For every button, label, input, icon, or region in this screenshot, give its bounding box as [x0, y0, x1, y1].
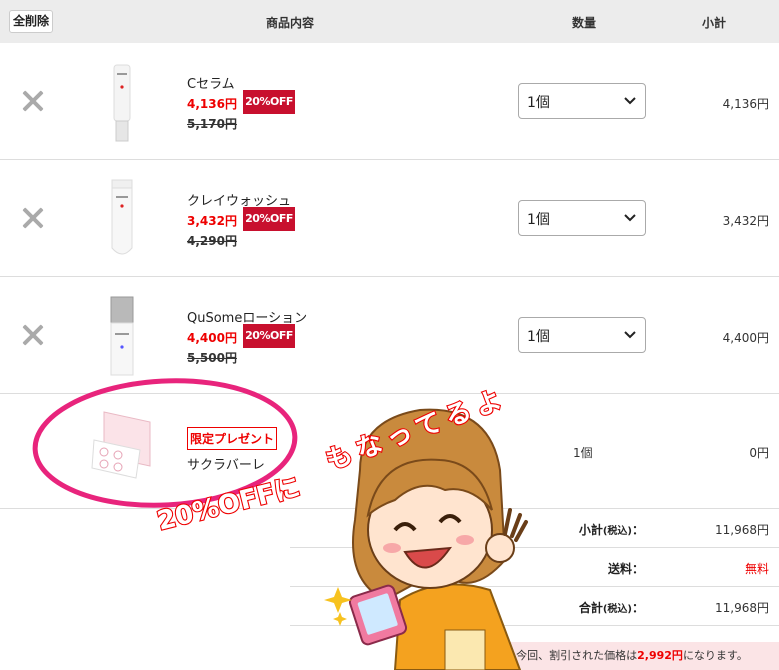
gift-subtotal: 0円: [749, 446, 769, 460]
product-image-c-serum: [113, 64, 131, 142]
remove-item-icon[interactable]: [22, 324, 44, 346]
cart-item-row: Cセラム 4,136円 20%OFF 5,170円 1個 4,136円: [0, 43, 779, 160]
quantity-value: 1個: [527, 329, 550, 345]
summary-total-value: 11,968円: [715, 601, 769, 615]
chevron-down-icon: [624, 331, 636, 339]
item-original-price: 5,500円: [187, 351, 237, 365]
summary-shipping-row: 送料： 無料: [290, 548, 779, 587]
remove-item-icon[interactable]: [22, 207, 44, 229]
remove-item-icon[interactable]: [22, 90, 44, 112]
gift-name[interactable]: サクラバーレ: [187, 454, 265, 473]
chevron-down-icon: [624, 214, 636, 222]
summary-total-label: 合計(税込)：: [578, 601, 644, 615]
summary-shipping-value: 無料: [744, 562, 769, 576]
product-image-sakura-barre: [91, 411, 151, 479]
item-price: 3,432円: [187, 214, 237, 228]
quantity-select[interactable]: 1個: [518, 317, 646, 353]
discount-badge: 20%OFF: [243, 324, 295, 348]
discount-amount: 2,992円: [637, 649, 683, 662]
item-subtotal: 4,400円: [722, 331, 769, 345]
chevron-down-icon: [624, 97, 636, 105]
item-original-price: 4,290円: [187, 234, 237, 248]
summary-total-row: 合計(税込)： 11,968円: [290, 587, 779, 626]
product-image-qusome-lotion: [110, 296, 134, 376]
discount-badge: 20%OFF: [243, 90, 295, 114]
gift-quantity: 1個: [573, 446, 593, 460]
item-subtotal: 4,136円: [722, 97, 769, 111]
header-product: 商品内容: [266, 16, 315, 30]
quantity-select[interactable]: 1個: [518, 83, 646, 119]
discount-note: 今回、割引された価格は2,992円になります。: [485, 642, 779, 670]
item-price: 4,136円: [187, 97, 237, 111]
quantity-value: 1個: [527, 95, 550, 111]
item-price: 4,400円: [187, 331, 237, 345]
header-quantity: 数量: [572, 16, 597, 30]
cart-item-row: クレイウォッシュ 3,432円 20%OFF 4,290円 1個 3,432円: [0, 160, 779, 277]
product-image-clay-wash: [111, 179, 133, 255]
gift-row: 限定プレゼント サクラバーレ 1個 0円: [0, 392, 779, 509]
summary-subtotal-label: 小計(税込)：: [578, 523, 644, 537]
item-name[interactable]: Cセラム: [187, 73, 235, 92]
quantity-select[interactable]: 1個: [518, 200, 646, 236]
cart-item-row: QuSomeローション 4,400円 20%OFF 5,500円 1個 4,40…: [0, 277, 779, 394]
delete-all-button[interactable]: 全削除: [9, 10, 54, 33]
header-subtotal: 小計: [702, 16, 727, 30]
limited-gift-tag: 限定プレゼント: [187, 427, 278, 450]
quantity-value: 1個: [527, 212, 550, 228]
summary-shipping-label: 送料：: [607, 562, 644, 576]
summary-subtotal-value: 11,968円: [715, 523, 769, 537]
item-subtotal: 3,432円: [722, 214, 769, 228]
summary-subtotal-row: 小計(税込)： 11,968円: [290, 509, 779, 548]
cart-header: 全削除 商品内容 数量 小計: [0, 0, 779, 43]
item-original-price: 5,170円: [187, 117, 237, 131]
discount-badge: 20%OFF: [243, 207, 295, 231]
